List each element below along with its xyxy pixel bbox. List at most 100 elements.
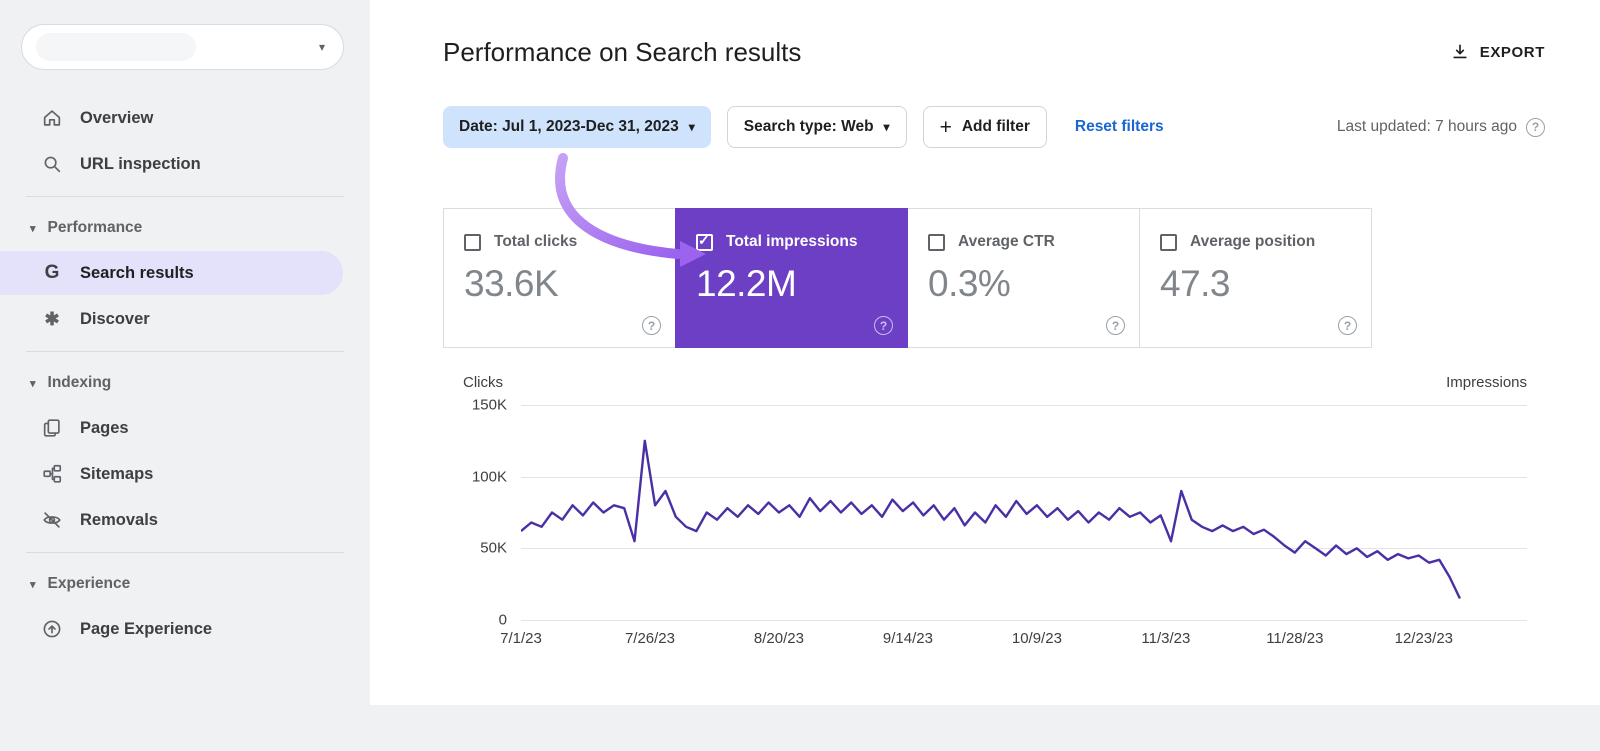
chevron-down-icon: ▾ (30, 578, 36, 591)
sidebar-item-label: Sitemaps (80, 464, 154, 483)
metric-label: Total clicks (494, 233, 578, 250)
chevron-down-icon: ▾ (30, 222, 36, 235)
checkbox-unchecked[interactable] (1160, 233, 1177, 251)
metric-label: Average position (1190, 233, 1316, 250)
chart-plot-area[interactable] (521, 405, 1527, 621)
x-tick-label: 7/26/23 (624, 630, 675, 647)
date-filter-label: Date: Jul 1, 2023-Dec 31, 2023 (459, 118, 679, 135)
metric-card-total-clicks[interactable]: Total clicks 33.6K ? (443, 208, 676, 348)
export-button[interactable]: EXPORT (1450, 42, 1545, 62)
sitemaps-icon (41, 463, 63, 485)
sidebar-item-label: Discover (80, 309, 150, 328)
metric-card-average-ctr[interactable]: Average CTR 0.3% ? (907, 208, 1140, 348)
y-tick-label: 0 (498, 611, 507, 629)
section-label: Experience (47, 575, 131, 592)
page-title: Performance on Search results (443, 36, 802, 67)
sidebar-item-search-results[interactable]: G Search results (0, 251, 343, 295)
sidebar-section-performance[interactable]: ▾ Performance (0, 207, 370, 249)
chevron-down-icon: ▾ (318, 40, 325, 54)
sidebar-section-experience[interactable]: ▾ Experience (0, 563, 370, 605)
help-icon[interactable]: ? (642, 316, 661, 335)
sidebar-item-removals[interactable]: Removals (0, 498, 370, 542)
y-tick-label: 50K (480, 539, 507, 557)
sidebar-item-overview[interactable]: Overview (0, 96, 370, 140)
chevron-down-icon: ▾ (883, 120, 890, 134)
metric-value: 47.3 (1160, 263, 1231, 304)
axis-right-label: Impressions (1446, 374, 1527, 391)
metric-label: Average CTR (958, 233, 1055, 250)
metric-value: 33.6K (464, 263, 559, 304)
home-icon (41, 107, 63, 129)
x-tick-label: 12/23/23 (1394, 630, 1454, 647)
page-experience-icon (41, 618, 63, 640)
gridline (521, 620, 1527, 621)
metric-card-total-impressions[interactable]: Total impressions 12.2M ? (675, 208, 908, 348)
last-updated: Last updated: 7 hours ago ? (1336, 117, 1545, 137)
metric-label: Total impressions (726, 233, 858, 250)
metric-value: 12.2M (696, 263, 797, 304)
axis-left-label: Clicks (463, 374, 503, 391)
pages-icon (41, 417, 63, 439)
sidebar-item-label: Page Experience (80, 619, 213, 638)
metric-cards: Total clicks 33.6K ? Total impressions 1… (443, 208, 1545, 348)
section-label: Performance (47, 219, 143, 236)
x-tick-label: 9/14/23 (882, 630, 933, 647)
search-type-label: Search type: Web (743, 118, 874, 135)
checkbox-checked[interactable] (696, 232, 713, 251)
sidebar-item-label: Overview (80, 108, 154, 127)
add-filter-chip[interactable]: + Add filter (922, 106, 1047, 148)
sidebar-divider (26, 351, 344, 352)
metric-card-average-position[interactable]: Average position 47.3 ? (1139, 208, 1372, 348)
x-tick-label: 10/9/23 (1011, 630, 1062, 647)
sidebar-divider (26, 196, 344, 197)
checkbox-unchecked[interactable] (464, 233, 481, 251)
sidebar-divider (26, 552, 344, 553)
chevron-down-icon: ▾ (30, 377, 36, 390)
add-filter-label: Add filter (961, 118, 1030, 135)
property-name-redacted (36, 33, 196, 61)
filter-bar: Date: Jul 1, 2023-Dec 31, 2023 ▾ Search … (443, 106, 1545, 148)
sidebar-item-label: Search results (80, 263, 194, 282)
sidebar-item-url-inspection[interactable]: URL inspection (0, 142, 370, 186)
sidebar-item-sitemaps[interactable]: Sitemaps (0, 452, 370, 496)
help-icon[interactable]: ? (1338, 316, 1357, 335)
main-content: Performance on Search results EXPORT Dat… (370, 0, 1600, 705)
x-tick-label: 8/20/23 (753, 630, 804, 647)
discover-asterisk-icon: ✱ (44, 308, 60, 329)
date-filter-chip[interactable]: Date: Jul 1, 2023-Dec 31, 2023 ▾ (443, 106, 711, 148)
last-updated-text: Last updated: 7 hours ago (1336, 118, 1517, 135)
property-selector[interactable]: ▾ (21, 24, 344, 70)
export-label: EXPORT (1479, 43, 1545, 61)
sidebar-item-label: URL inspection (80, 154, 201, 173)
sidebar-section-indexing[interactable]: ▾ Indexing (0, 362, 370, 404)
plus-icon: + (939, 115, 952, 139)
sidebar-item-pages[interactable]: Pages (0, 406, 370, 450)
sidebar-item-label: Pages (80, 418, 129, 437)
sidebar-item-page-experience[interactable]: Page Experience (0, 607, 370, 651)
checkbox-unchecked[interactable] (928, 233, 945, 251)
sidebar-item-discover[interactable]: ✱ Discover (0, 297, 370, 341)
x-tick-label: 11/28/23 (1266, 630, 1324, 647)
y-tick-label: 100K (471, 468, 507, 486)
help-icon[interactable]: ? (1526, 117, 1545, 137)
help-icon[interactable]: ? (1106, 316, 1125, 335)
search-icon (41, 153, 63, 175)
y-axis: 150K 100K 50K 0 (463, 397, 521, 629)
x-tick-label: 11/3/23 (1141, 630, 1191, 647)
chevron-down-icon: ▾ (688, 120, 695, 134)
download-icon (1453, 44, 1467, 59)
performance-panel: Total clicks 33.6K ? Total impressions 1… (443, 208, 1545, 666)
impressions-chart: Clicks Impressions 150K 100K 50K 0 7/1/2… (443, 348, 1545, 666)
reset-filters-link[interactable]: Reset filters (1075, 118, 1164, 136)
sidebar: ▾ Overview URL inspection ▾ Performance … (0, 0, 370, 751)
removals-eye-off-icon (41, 509, 63, 531)
sidebar-item-label: Removals (80, 510, 158, 529)
impressions-line-series (521, 405, 1527, 620)
search-type-filter-chip[interactable]: Search type: Web ▾ (726, 106, 907, 148)
google-g-icon: G (44, 262, 60, 283)
x-axis: 7/1/23 7/26/23 8/20/23 9/14/23 10/9/23 1… (500, 630, 1527, 666)
help-icon[interactable]: ? (874, 316, 893, 335)
section-label: Indexing (47, 374, 112, 391)
x-tick-label: 7/1/23 (500, 630, 542, 647)
y-tick-label: 150K (471, 396, 507, 414)
